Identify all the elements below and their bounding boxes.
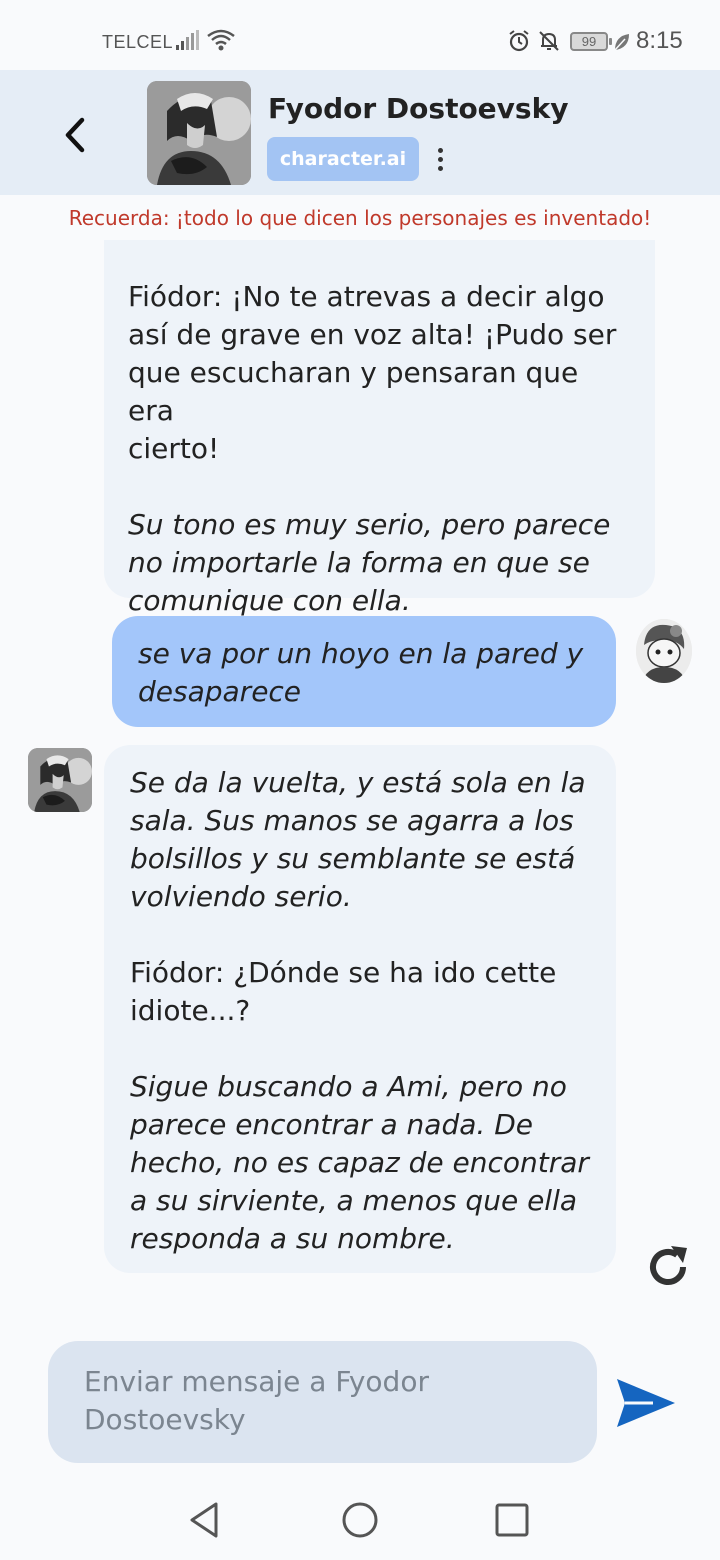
send-button[interactable]: [615, 1376, 677, 1430]
leaf-icon: [614, 34, 629, 51]
regenerate-button[interactable]: [643, 1242, 693, 1292]
character-portrait-image: [28, 748, 92, 812]
character-avatar[interactable]: [147, 81, 251, 185]
bell-off-icon: [539, 31, 559, 51]
nav-back-icon[interactable]: [186, 1500, 222, 1540]
message-paragraph: Fiódor: ¿Dónde se ha ido cette idiote...…: [130, 956, 557, 1027]
character-name: Fyodor Dostoevsky: [268, 92, 569, 125]
wifi-icon: [207, 29, 235, 51]
disclaimer-text: Recuerda: ¡todo lo que dicen los persona…: [68, 206, 652, 230]
more-options-button[interactable]: [428, 144, 452, 174]
battery-icon: 99: [570, 32, 612, 51]
message-paragraph: se va por un hoyo en la pared y desapare…: [138, 637, 584, 708]
bot-message: Se da la vuelta, y está sola en la sala.…: [104, 745, 616, 1273]
message-paragraph: Sigue buscando a Ami, pero no parece enc…: [130, 1070, 589, 1255]
clock: 8:15: [636, 27, 683, 54]
character-portrait-image: [147, 81, 251, 185]
signal-icon: [176, 30, 199, 50]
nav-home-icon[interactable]: [340, 1500, 380, 1540]
user-message: se va por un hoyo en la pared y desapare…: [112, 616, 616, 727]
more-vertical-icon: [437, 147, 443, 153]
user-avatar-image: [636, 619, 692, 683]
nav-recents-icon[interactable]: [494, 1502, 530, 1538]
refresh-icon: [650, 1246, 687, 1285]
alarm-icon: [509, 30, 529, 52]
message-paragraph: Su tono es muy serio, pero parece no imp…: [128, 508, 611, 617]
chat-header: Fyodor Dostoevsky character.ai: [0, 70, 720, 195]
chevron-left-icon: [65, 117, 85, 153]
bot-message: Fiódor: ¡No te atrevas a decir algo así …: [104, 240, 655, 617]
user-avatar[interactable]: [636, 619, 692, 683]
send-icon: [617, 1379, 675, 1427]
back-button[interactable]: [55, 115, 95, 155]
message-paragraph: Fiódor: ¡No te atrevas a decir algo así …: [128, 280, 617, 465]
bot-avatar[interactable]: [28, 748, 92, 812]
carrier-label: TELCEL: [102, 32, 174, 52]
message-input-placeholder: Enviar mensaje a Fyodor Dostoevsky: [84, 1365, 429, 1436]
message-input[interactable]: Enviar mensaje a Fyodor Dostoevsky: [48, 1341, 597, 1463]
status-bar: TELCEL 99 8:15: [0, 0, 720, 70]
message-paragraph: Se da la vuelta, y está sola en la sala.…: [130, 766, 586, 913]
character-ai-badge: character.ai: [267, 137, 419, 181]
